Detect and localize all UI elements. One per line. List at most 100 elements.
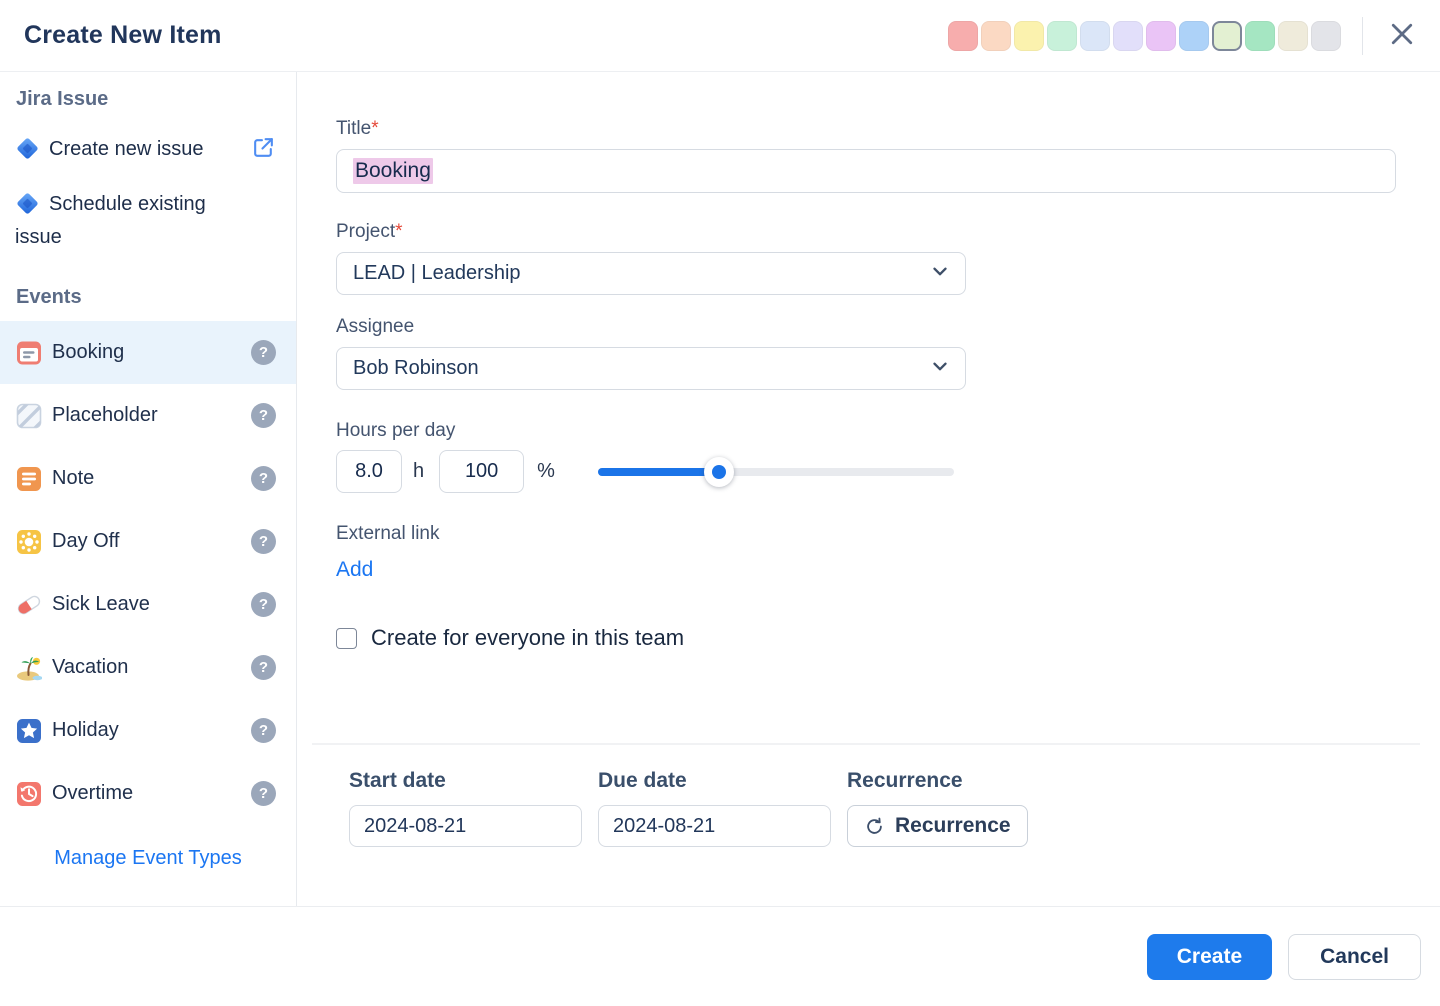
sidebar-item-booking[interactable]: Booking? — [0, 321, 296, 384]
chevron-down-icon — [929, 355, 951, 383]
assignee-select-value: Bob Robinson — [353, 357, 479, 379]
header-divider — [1362, 16, 1363, 55]
create-new-item-modal: Create New Item Jira Issue Create new is… — [0, 0, 1440, 1006]
sidebar-item-note[interactable]: Note? — [0, 447, 296, 510]
color-swatch[interactable] — [948, 20, 978, 51]
sidebar-item-label: Create new issue — [49, 138, 204, 160]
add-external-link[interactable]: Add — [336, 558, 373, 582]
note-icon — [16, 466, 42, 492]
event-label: Note — [52, 467, 95, 489]
page-title: Create New Item — [24, 21, 222, 49]
color-swatch[interactable] — [1080, 20, 1110, 51]
manage-event-types-link[interactable]: Manage Event Types — [0, 847, 296, 870]
assignee-label: Assignee — [336, 316, 415, 337]
color-swatch-selected[interactable] — [1212, 20, 1242, 51]
project-label: Project* — [336, 221, 403, 242]
title-label: Title* — [336, 118, 379, 139]
team-checkbox[interactable] — [336, 627, 357, 649]
slider-dot — [711, 464, 726, 479]
assignee-select[interactable]: Bob Robinson — [336, 347, 966, 390]
sickleave-icon — [16, 592, 42, 618]
color-swatch[interactable] — [1311, 20, 1341, 51]
percent-unit-label: % — [537, 460, 555, 482]
help-icon[interactable]: ? — [251, 781, 276, 806]
hours-input[interactable]: 8.0 — [336, 450, 402, 493]
color-swatches — [948, 20, 1341, 51]
jira-icon — [15, 191, 40, 216]
team-checkbox-label: Create for everyone in this team — [371, 625, 685, 650]
sidebar-item-sick-leave[interactable]: Sick Leave? — [0, 573, 296, 636]
sidebar-item-overtime[interactable]: Overtime? — [0, 762, 296, 825]
chevron-down-icon — [929, 260, 951, 288]
required-mark: * — [395, 221, 403, 242]
cancel-button[interactable]: Cancel — [1288, 933, 1421, 980]
event-label: Sick Leave — [52, 593, 150, 615]
create-button[interactable]: Create — [1146, 933, 1273, 980]
due-date-label: Due date — [598, 769, 687, 792]
color-swatch[interactable] — [1245, 20, 1275, 51]
start-date-label: Start date — [349, 769, 446, 792]
events-section-title: Events — [16, 286, 82, 308]
event-label: Day Off — [52, 530, 120, 552]
color-swatch[interactable] — [1278, 20, 1308, 51]
hours-unit-label: h — [413, 460, 425, 482]
help-icon[interactable]: ? — [251, 403, 276, 428]
sidebar-item-day-off[interactable]: Day Off? — [0, 510, 296, 573]
sidebar-item-label: Schedule existing issue — [15, 193, 206, 248]
sidebar: Jira Issue Create new issue Schedule exis… — [0, 72, 297, 906]
sidebar-item-holiday[interactable]: Holiday? — [0, 699, 296, 762]
required-mark: * — [371, 118, 379, 139]
project-select-value: LEAD | Leadership — [353, 262, 521, 284]
overtime-icon — [16, 781, 42, 807]
event-label: Overtime — [52, 782, 134, 804]
holiday-icon — [16, 718, 42, 744]
team-checkbox-row[interactable]: Create for everyone in this team — [336, 625, 1396, 651]
slider-handle[interactable] — [703, 456, 734, 487]
dates-separator — [312, 743, 1420, 745]
hours-slider[interactable] — [597, 456, 954, 487]
help-icon[interactable]: ? — [251, 592, 276, 617]
modal-header: Create New Item — [0, 0, 1440, 72]
sidebar-item-vacation[interactable]: Vacation? — [0, 636, 296, 699]
event-label: Booking — [52, 341, 125, 363]
sidebar-item-create-new-issue[interactable]: Create new issue — [0, 133, 296, 166]
sidebar-item-placeholder[interactable]: Placeholder? — [0, 384, 296, 447]
help-icon[interactable]: ? — [251, 718, 276, 743]
event-label: Placeholder — [52, 404, 158, 426]
title-input[interactable]: Booking — [336, 149, 1396, 193]
title-input-value: Booking — [353, 158, 433, 184]
help-icon[interactable]: ? — [251, 466, 276, 491]
percent-input[interactable]: 100 — [439, 450, 525, 493]
jira-section-title: Jira Issue — [16, 88, 109, 110]
recurrence-button-label: Recurrence — [895, 814, 1011, 837]
project-select[interactable]: LEAD | Leadership — [336, 252, 966, 295]
modal-footer: Create Cancel — [0, 906, 1440, 1006]
color-swatch[interactable] — [1179, 20, 1209, 51]
color-swatch[interactable] — [981, 20, 1011, 51]
start-date-input[interactable]: 2024-08-21 — [349, 805, 582, 847]
event-label: Vacation — [52, 656, 129, 678]
external-link-icon[interactable] — [251, 135, 276, 160]
hours-per-day-label: Hours per day — [336, 420, 456, 441]
booking-icon — [16, 340, 42, 366]
color-swatch[interactable] — [1014, 20, 1044, 51]
help-icon[interactable]: ? — [251, 655, 276, 680]
color-swatch[interactable] — [1146, 20, 1176, 51]
help-icon[interactable]: ? — [251, 529, 276, 554]
vacation-icon — [16, 655, 42, 681]
dayoff-icon — [16, 529, 42, 555]
close-button[interactable] — [1384, 18, 1420, 54]
color-swatch[interactable] — [1113, 20, 1143, 51]
jira-icon — [15, 136, 40, 161]
main-form: Title* Booking Project* LEAD | Leadershi… — [297, 72, 1440, 906]
sidebar-item-schedule-existing-issue[interactable]: Schedule existing issue — [0, 188, 296, 254]
slider-fill — [597, 467, 719, 476]
recurrence-icon — [864, 816, 885, 837]
close-icon — [1387, 19, 1417, 52]
placeholder-icon — [16, 403, 42, 429]
recurrence-button[interactable]: Recurrence — [847, 805, 1028, 847]
help-icon[interactable]: ? — [251, 340, 276, 365]
color-swatch[interactable] — [1047, 20, 1077, 51]
due-date-input[interactable]: 2024-08-21 — [598, 805, 831, 847]
external-link-label: External link — [336, 523, 440, 544]
